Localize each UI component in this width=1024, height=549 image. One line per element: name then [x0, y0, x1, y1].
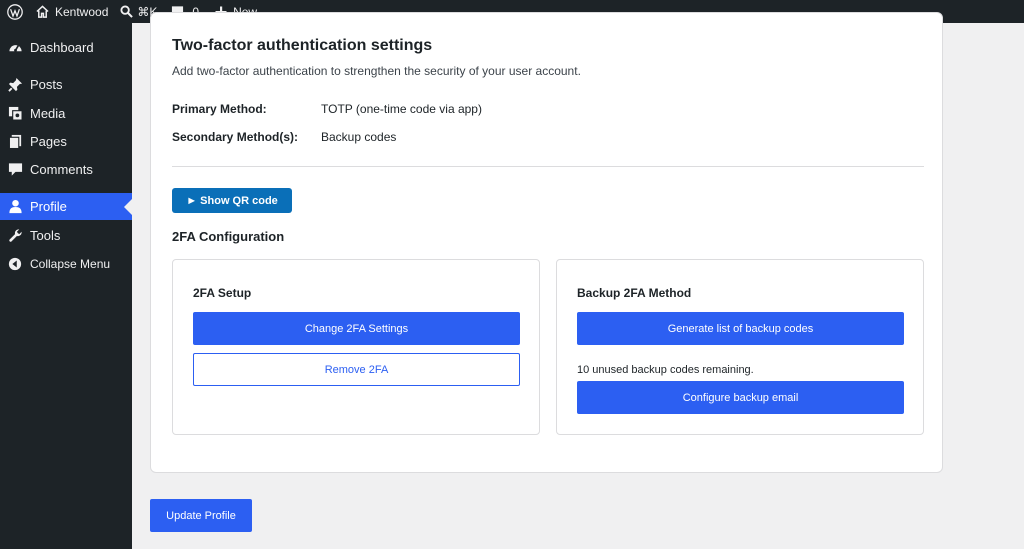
site-name-link[interactable]: Kentwood [36, 0, 108, 23]
secondary-method-label: Secondary Method(s): [172, 130, 299, 144]
update-profile-button[interactable]: Update Profile [150, 499, 252, 532]
sidebar-item-posts[interactable]: Posts [0, 71, 132, 98]
sidebar-item-label: Collapse Menu [30, 256, 111, 271]
collapse-menu-button[interactable]: Collapse Menu [0, 250, 132, 277]
page-description: Add two-factor authentication to strengt… [172, 64, 581, 78]
backup-2fa-title: Backup 2FA Method [577, 286, 692, 300]
sidebar-item-label: Comments [30, 162, 93, 177]
sidebar-item-label: Dashboard [30, 40, 94, 55]
primary-method-label: Primary Method: [172, 102, 267, 116]
sidebar-item-pages[interactable]: Pages [0, 128, 132, 155]
sidebar-item-label: Profile [30, 199, 67, 214]
dashboard-icon [7, 40, 23, 56]
sidebar-item-profile[interactable]: Profile [0, 193, 132, 220]
search-icon [120, 5, 134, 18]
backup-2fa-panel: Backup 2FA Method Generate list of backu… [556, 259, 924, 435]
sidebar-item-label: Media [30, 106, 66, 121]
primary-method-value: TOTP (one-time code via app) [321, 102, 482, 116]
page-title: Two-factor authentication settings [172, 37, 433, 54]
site-name: Kentwood [55, 4, 109, 19]
sidebar-item-label: Tools [30, 228, 61, 243]
sidebar-item-comments[interactable]: Comments [0, 156, 132, 183]
home-icon [36, 5, 49, 18]
sidebar-item-tools[interactable]: Tools [0, 222, 132, 249]
secondary-method-value: Backup codes [321, 130, 397, 144]
collapse-icon [7, 256, 23, 272]
media-icon [7, 106, 23, 122]
generate-backup-codes-button[interactable]: Generate list of backup codes [577, 312, 904, 345]
sidebar-item-dashboard[interactable]: Dashboard [0, 34, 132, 61]
configuration-heading: 2FA Configuration [172, 229, 285, 244]
divider [172, 166, 924, 167]
backup-codes-remaining: 10 unused backup codes remaining. [577, 364, 754, 376]
2fa-setup-panel: 2FA Setup Change 2FA Settings Remove 2FA [172, 259, 540, 435]
sidebar-item-label: Posts [30, 77, 63, 92]
change-2fa-settings-button[interactable]: Change 2FA Settings [193, 312, 520, 345]
configure-backup-email-button[interactable]: Configure backup email [577, 381, 904, 414]
show-qr-code-button[interactable]: ► Show QR code [172, 188, 292, 213]
2fa-setup-title: 2FA Setup [193, 286, 252, 300]
comment-icon [7, 162, 23, 178]
pin-icon [7, 77, 23, 93]
remove-2fa-button[interactable]: Remove 2FA [193, 353, 520, 386]
admin-sidebar: Dashboard Posts Media Pages Comments Pro… [0, 23, 132, 549]
pages-icon [7, 134, 23, 150]
wrench-icon [7, 228, 23, 244]
sidebar-item-label: Pages [30, 134, 67, 149]
user-icon [7, 199, 23, 215]
wordpress-logo-icon[interactable] [2, 0, 28, 23]
two-factor-settings-card: Two-factor authentication settings Add t… [150, 12, 943, 473]
sidebar-item-media[interactable]: Media [0, 100, 132, 127]
